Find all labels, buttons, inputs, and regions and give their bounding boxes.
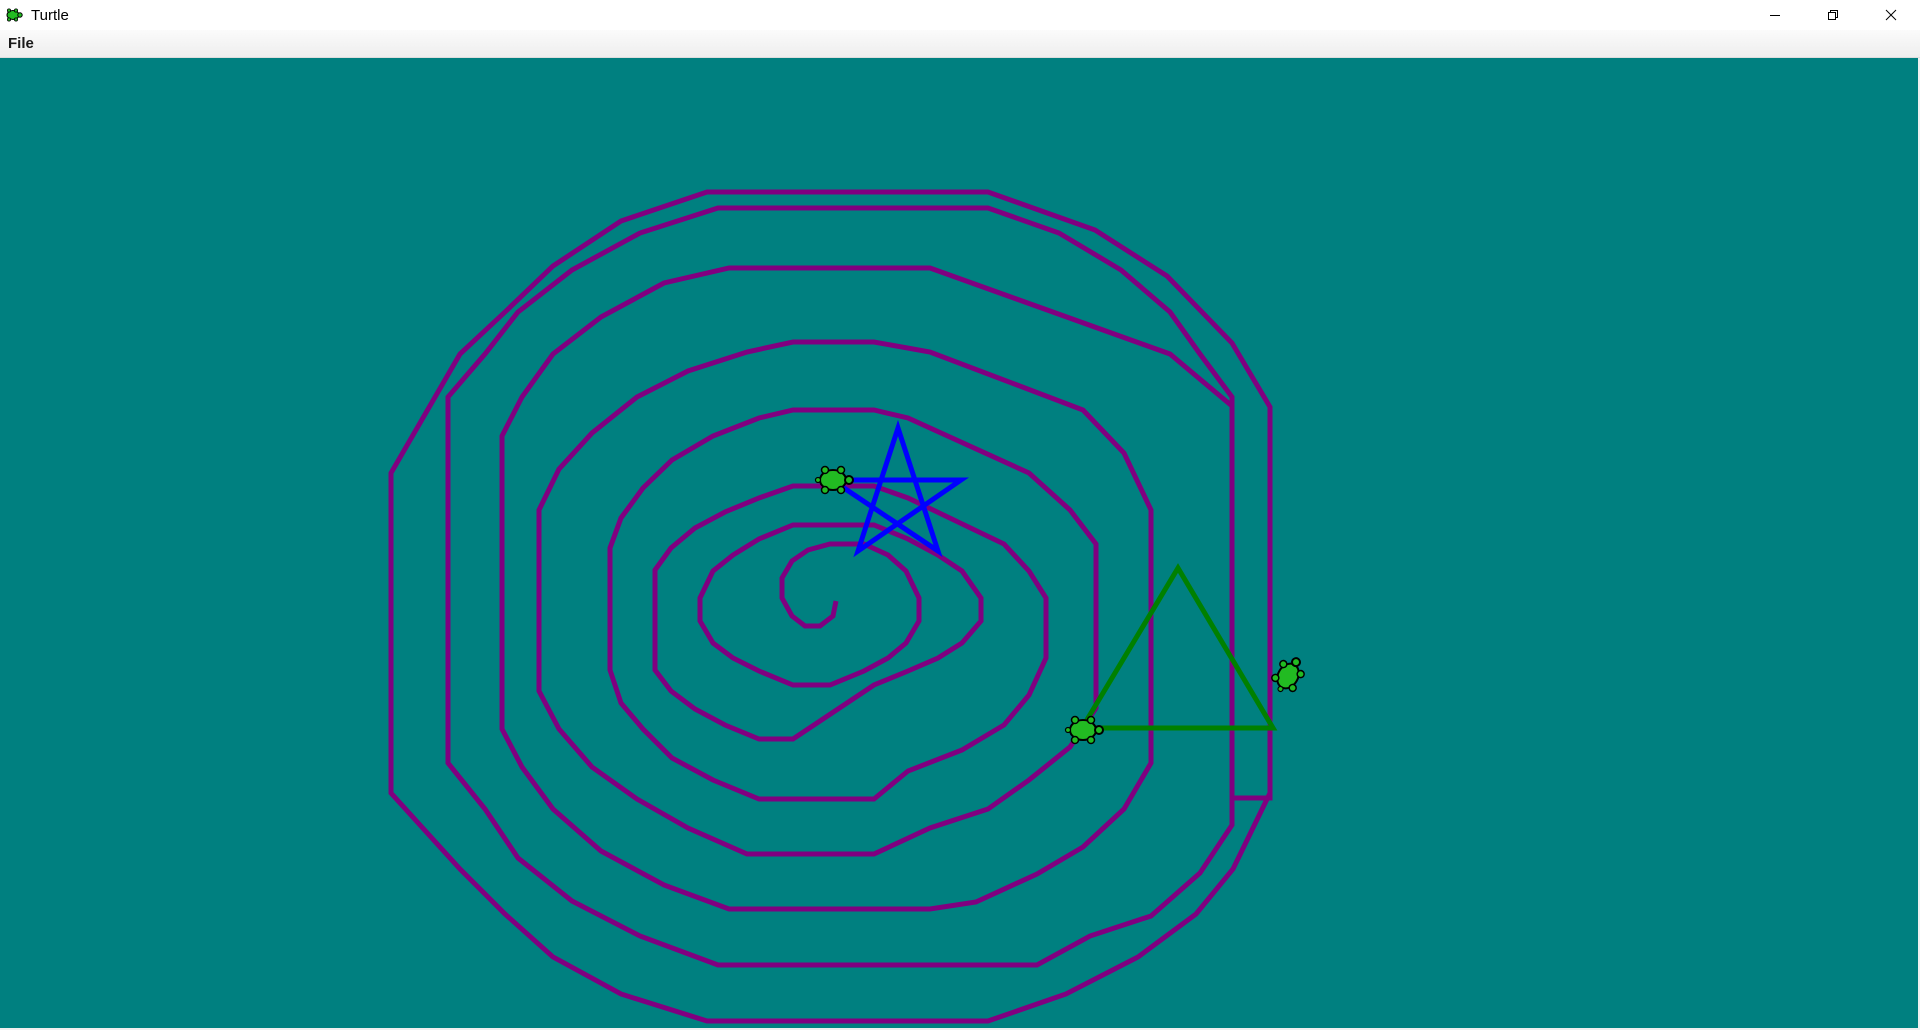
minimize-button[interactable] [1746,0,1804,30]
close-icon [1885,9,1897,21]
spiral-path [388,189,1273,1024]
window-controls [1746,0,1920,30]
title-bar[interactable]: Turtle [0,0,1920,30]
window-title: Turtle [31,6,69,24]
close-button[interactable] [1862,0,1920,30]
turtle-triangle [1064,715,1104,745]
turtle-icon [4,7,24,23]
restore-icon [1828,10,1838,20]
menu-file[interactable]: File [0,30,42,57]
minimize-icon [1770,15,1780,16]
canvas-drawing [388,189,1305,1024]
turtle-spiral [1271,657,1305,693]
maximize-button[interactable] [1804,0,1862,30]
triangle-path [1079,563,1278,731]
turtle-canvas[interactable] [0,58,1918,1028]
turtle-window: Turtle File [0,0,1920,1030]
menu-bar: File [0,30,1920,58]
